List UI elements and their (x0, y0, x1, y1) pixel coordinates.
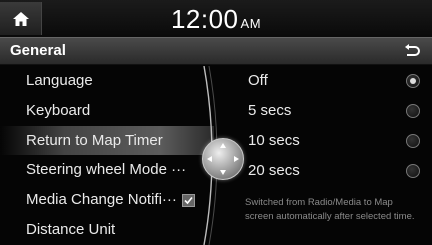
option-label: 10 secs (248, 132, 300, 149)
clock-time: 12:00 (170, 4, 239, 34)
radio-button[interactable] (406, 134, 420, 148)
back-button[interactable] (392, 38, 432, 64)
option-off[interactable]: Off (226, 66, 432, 96)
settings-menu: Language Keyboard Return to Map Timer St… (0, 66, 214, 245)
radio-button[interactable] (406, 104, 420, 118)
option-20-secs[interactable]: 20 secs (226, 156, 432, 186)
settings-screen: 12:00 AM General Language Keyboard Return… (0, 0, 432, 245)
radio-button-selected[interactable] (406, 74, 420, 88)
clock: 12:00 AM (0, 4, 432, 35)
menu-item-keyboard[interactable]: Keyboard (0, 96, 214, 126)
timer-options: Off 5 secs 10 secs 20 secs (226, 66, 432, 186)
option-5-secs[interactable]: 5 secs (226, 96, 432, 126)
radio-button[interactable] (406, 164, 420, 178)
option-label: 5 secs (248, 102, 292, 119)
back-arrow-icon (405, 44, 420, 56)
help-text: Switched from Radio/Media to Map screen … (245, 197, 415, 222)
option-10-secs[interactable]: 10 secs (226, 126, 432, 156)
menu-item-label: Language (26, 72, 93, 89)
menu-item-label: Return to Map Timer (26, 131, 163, 149)
menu-item-label: Keyboard (26, 101, 91, 119)
option-label: Off (248, 72, 268, 89)
menu-item-label: Steering wheel Mode ··· (26, 161, 187, 179)
menu-item-media-change-notification[interactable]: Media Change Notifi··· (0, 185, 214, 215)
menu-item-return-to-map-timer[interactable]: Return to Map Timer (0, 125, 214, 156)
menu-item-distance-unit[interactable]: Distance Unit (0, 215, 214, 245)
status-bar: 12:00 AM (0, 0, 432, 37)
menu-item-label: Media Change Notifi··· (26, 191, 177, 209)
checkmark-icon (184, 197, 193, 205)
menu-item-language[interactable]: Language (0, 66, 214, 96)
page-header: General (0, 37, 432, 65)
clock-ampm: AM (240, 16, 262, 31)
option-label: 20 secs (248, 162, 300, 179)
menu-item-steering-wheel-mode[interactable]: Steering wheel Mode ··· (0, 155, 214, 185)
menu-item-label: Distance Unit (26, 220, 116, 238)
page-title: General (10, 42, 66, 59)
media-change-checkbox[interactable] (182, 194, 195, 208)
